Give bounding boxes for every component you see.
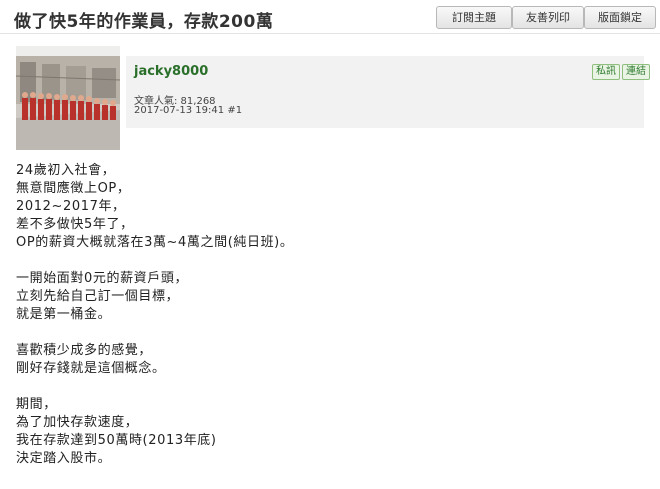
content-line: 期間， [16,397,57,412]
subscribe-topic-button[interactable]: 訂閱主題 [436,6,512,29]
author-username[interactable]: jacky8000 [134,64,208,79]
content-line: OP的薪資大概就落在3萬~4萬之間(純日班)。 [16,235,294,250]
print-friendly-button[interactable]: 友善列印 [512,6,584,29]
topic-toolbar: 做了快5年的作業員，存款200萬 訂閱主題 友善列印 版面鎖定 [0,0,660,34]
avatar-photo [16,46,120,150]
post-meta: 2017-07-13 19:41 #1 [134,105,242,116]
topic-title: 做了快5年的作業員，存款200萬 [14,12,274,32]
content-line: 喜歡積少成多的感覺， [16,343,153,358]
content-line: 就是第一桶金。 [16,307,112,322]
author-info-box: jacky8000 文章人氣: 81,268 2017-07-13 19:41 … [126,56,650,128]
content-line: 剛好存錢就是這個概念。 [16,361,166,376]
content-line: 立刻先給自己訂一個目標， [16,289,180,304]
post-floor-number[interactable]: #1 [227,105,242,116]
content-line: 2012~2017年， [16,199,126,214]
private-message-button[interactable]: 私訊 [592,64,620,80]
post-link-button[interactable]: 連結 [622,64,650,80]
avatar[interactable] [16,46,120,150]
content-line: 無意間應徵上OP， [16,181,131,196]
lock-layout-button[interactable]: 版面鎖定 [584,6,656,29]
post-datetime: 2017-07-13 19:41 [134,105,225,116]
content-line: 我在存款達到50萬時(2013年底) [16,433,217,448]
content-line: 差不多做快5年了， [16,217,134,232]
content-line: 一開始面對0元的薪資戶頭， [16,271,189,286]
content-line: 24歲初入社會， [16,163,116,178]
post-header: jacky8000 文章人氣: 81,268 2017-07-13 19:41 … [16,46,650,150]
post-content: 24歲初入社會， 無意間應徵上OP， 2012~2017年， 差不多做快5年了，… [16,162,636,468]
content-line: 決定踏入股市。 [16,451,112,466]
content-line: 為了加快存款速度， [16,415,139,430]
